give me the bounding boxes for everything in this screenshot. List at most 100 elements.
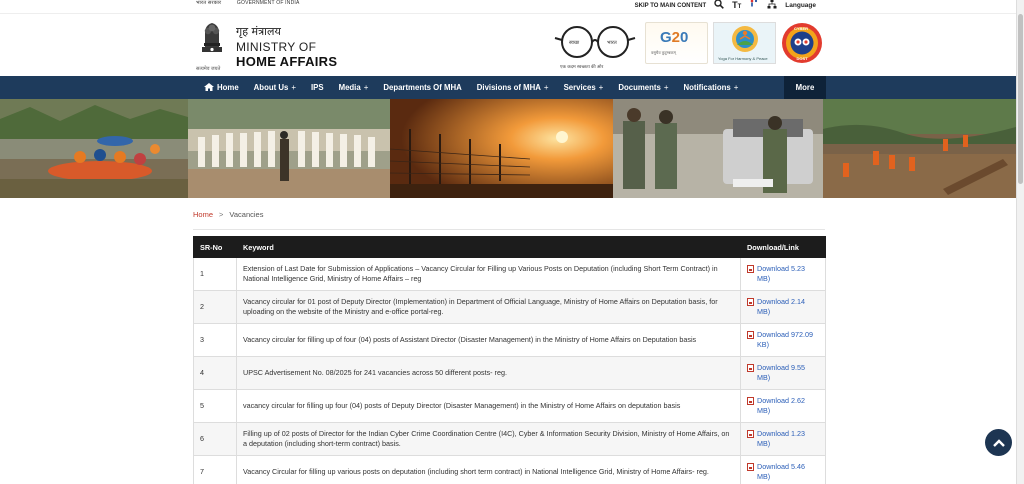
back-to-top-button[interactable] <box>985 429 1012 456</box>
column-header-keyword: Keyword <box>236 236 741 258</box>
row-keyword: Filling up of 02 posts of Director for t… <box>236 422 741 456</box>
ministry-hindi-name: गृह मंत्रालय <box>236 25 281 38</box>
table-row: 1 Extension of Last Date for Submission … <box>193 257 826 291</box>
gov-english: GOVERNMENT OF INDIA <box>236 0 300 6</box>
table-header-row: SR-No Keyword Download/Link <box>193 236 826 258</box>
page: भारत सरकार GOVERNMENT OF INDIA SKIP TO M… <box>0 0 1024 484</box>
row-sr-no: 2 <box>193 290 237 324</box>
row-download-cell: Download 5.23 MB) <box>740 257 826 291</box>
yoga-caption: Yoga For Harmony & Peace <box>718 56 768 61</box>
download-link[interactable]: Download 5.46 MB) <box>747 462 819 483</box>
ministry-logo[interactable]: गृह मंत्रालय MINISTRY OF HOME AFFAIRS <box>236 24 337 69</box>
pdf-icon <box>747 429 754 438</box>
nav-item-services[interactable]: Services + <box>564 83 604 92</box>
row-sr-no: 1 <box>193 257 237 291</box>
table-row: 3 Vacancy circular for filling up of fou… <box>193 323 826 357</box>
row-keyword: Vacancy circular for filling up of four … <box>236 323 741 357</box>
scrollbar-thumb[interactable] <box>1018 14 1023 184</box>
expand-plus-icon: + <box>733 83 739 92</box>
row-sr-no: 4 <box>193 356 237 390</box>
banner-landslide-rescue-image <box>823 99 1016 198</box>
nav-item-documents[interactable]: Documents + <box>618 83 668 92</box>
gov-hindi: भारत सरकार <box>196 0 222 6</box>
row-download-cell: Download 2.62 MB) <box>740 389 826 423</box>
sitemap-icon[interactable] <box>767 0 777 12</box>
download-link[interactable]: Download 1.23 MB) <box>747 429 819 450</box>
skip-to-main-link[interactable]: SKIP TO MAIN CONTENT <box>635 3 706 9</box>
breadcrumb-separator: > <box>219 210 224 219</box>
pdf-icon <box>747 330 754 339</box>
more-menu-button[interactable]: More <box>784 76 826 99</box>
page-scrollbar[interactable] <box>1016 0 1024 484</box>
nav-item-about-us[interactable]: About Us + <box>254 83 296 92</box>
text-size-icon[interactable]: TT <box>732 1 741 11</box>
ministry-name-line2: HOME AFFAIRS <box>236 54 338 69</box>
banner-border-fence-image <box>390 99 613 198</box>
nav-item-media[interactable]: Media + <box>339 83 369 92</box>
download-link[interactable]: Download 972.09 KB) <box>747 330 819 351</box>
pdf-icon <box>747 396 754 405</box>
nav-item-label: Services <box>563 83 596 92</box>
swachh-caption: एक कदम स्वच्छता की ओर <box>560 64 604 69</box>
download-link[interactable]: Download 5.23 MB) <box>747 264 819 285</box>
nav-item-departments[interactable]: Departments Of MHA <box>383 83 461 92</box>
svg-text:भारत: भारत <box>607 40 617 46</box>
emblem-motto: सत्यमेव जयते <box>196 66 221 72</box>
table-row: 4 UPSC Advertisement No. 08/2025 for 241… <box>193 356 826 390</box>
download-link[interactable]: Download 2.14 MB) <box>747 297 819 318</box>
expand-plus-icon: + <box>291 83 296 92</box>
search-icon[interactable] <box>714 0 724 12</box>
nav-item-label: Departments Of MHA <box>383 83 462 92</box>
row-keyword: Extension of Last Date for Submission of… <box>236 257 741 291</box>
breadcrumb-current: Vacancies <box>229 210 264 219</box>
nav-item-label: IPS <box>311 83 324 92</box>
main-navigation: Home About Us + IPS Media + Departments … <box>0 76 1016 99</box>
vacancies-table: SR-No Keyword Download/Link 1 Extension … <box>193 236 826 484</box>
pdf-icon <box>747 297 754 306</box>
breadcrumb-home-link[interactable]: Home <box>193 210 213 219</box>
download-label: Download 972.09 KB) <box>757 329 813 350</box>
table-row: 7 Vacancy Circular for filling up variou… <box>193 455 826 484</box>
table-row: 5 vacancy circular for filling up four (… <box>193 389 826 423</box>
nav-item-ips[interactable]: IPS <box>311 83 324 92</box>
row-download-cell: Download 5.46 MB) <box>740 455 826 484</box>
download-link[interactable]: Download 2.62 MB) <box>747 396 819 417</box>
utility-bar: भारत सरकार GOVERNMENT OF INDIA SKIP TO M… <box>0 0 1016 14</box>
banner-flood-rescue-image <box>0 99 188 198</box>
swachh-bharat-logo[interactable]: स्वच्छ भारत <box>553 24 637 64</box>
row-download-cell: Download 972.09 KB) <box>740 323 826 357</box>
row-sr-no: 5 <box>193 389 237 423</box>
banner-parade-image <box>188 99 390 198</box>
download-label: Download 5.23 MB) <box>757 263 805 284</box>
utility-links: SKIP TO MAIN CONTENT TT Language <box>635 0 816 11</box>
gov-label: भारत सरकार GOVERNMENT OF INDIA <box>196 0 314 6</box>
language-selector[interactable]: Language <box>785 2 816 9</box>
nav-item-divisions[interactable]: Divisions of MHA + <box>477 83 549 92</box>
expand-plus-icon: + <box>543 83 549 92</box>
accessibility-icon[interactable] <box>749 0 759 12</box>
nav-item-label: About Us <box>253 83 289 92</box>
nav-item-label: Documents <box>618 83 661 92</box>
table-row: 2 Vacancy circular for 01 post of Deputy… <box>193 290 826 324</box>
cyber-dost-logo[interactable]: CYBER DOST <box>779 22 825 64</box>
nav-item-label: Notifications <box>683 83 731 92</box>
nav-item-home[interactable]: Home <box>204 82 239 93</box>
row-keyword: Vacancy Circular for filling up various … <box>236 455 741 484</box>
banner-security-check-image <box>613 99 823 198</box>
divider <box>193 229 825 230</box>
svg-text:CYBER: CYBER <box>794 26 808 31</box>
yoga-day-logo[interactable]: Yoga For Harmony & Peace <box>713 22 776 64</box>
chevron-up-icon <box>992 439 1005 447</box>
download-label: Download 9.55 MB) <box>757 362 805 383</box>
home-icon <box>204 82 214 93</box>
pdf-icon <box>747 264 754 273</box>
banner-strip <box>0 99 1016 198</box>
column-header-sr-no: SR-No <box>193 236 237 258</box>
download-label: Download 2.62 MB) <box>757 395 805 416</box>
nav-item-notifications[interactable]: Notifications + <box>683 83 738 92</box>
row-download-cell: Download 9.55 MB) <box>740 356 826 390</box>
row-sr-no: 6 <box>193 422 237 456</box>
download-link[interactable]: Download 9.55 MB) <box>747 363 819 384</box>
site-header: सत्यमेव जयते गृह मंत्रालय MINISTRY OF HO… <box>0 14 1016 76</box>
g20-logo[interactable]: G20 वसुधैव कुटुम्बकम् <box>645 22 708 64</box>
